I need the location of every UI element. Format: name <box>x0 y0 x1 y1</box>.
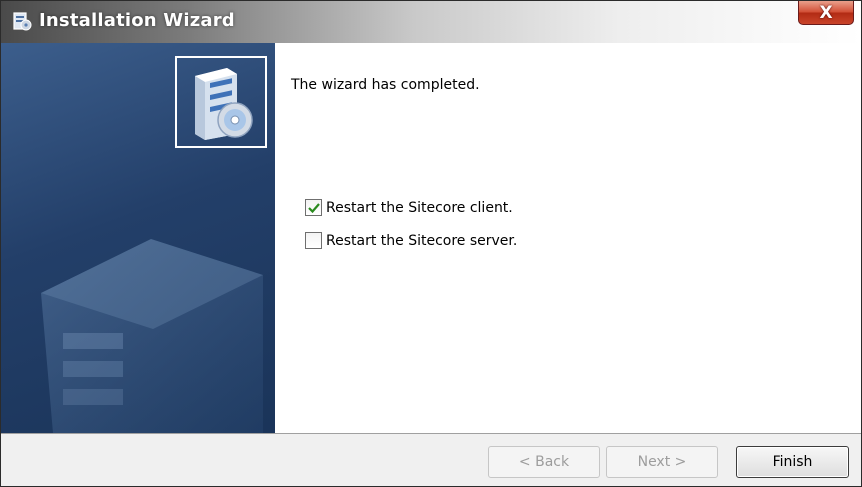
restart-server-option[interactable]: Restart the Sitecore server. <box>305 232 517 249</box>
restart-server-checkbox[interactable] <box>305 232 322 249</box>
window-title: Installation Wizard <box>39 10 235 31</box>
installation-wizard-window: Installation Wizard X The wizard has com… <box>0 0 862 487</box>
wizard-content: The wizard has completed. Restart the Si… <box>275 43 861 433</box>
next-button[interactable]: Next > <box>606 446 718 478</box>
finish-button[interactable]: Finish <box>736 446 849 478</box>
installer-icon <box>11 10 33 32</box>
wizard-footer: < Back Next > Finish <box>1 433 861 486</box>
close-button[interactable]: X <box>798 1 854 25</box>
wizard-side-panel <box>1 43 275 433</box>
checkmark-icon <box>308 203 320 214</box>
restart-server-label: Restart the Sitecore server. <box>326 232 518 249</box>
install-package-icon <box>175 56 267 148</box>
close-icon: X <box>819 2 833 23</box>
title-bar[interactable]: Installation Wizard X <box>1 1 861 43</box>
restart-client-label: Restart the Sitecore client. <box>326 199 513 216</box>
back-button[interactable]: < Back <box>488 446 600 478</box>
completion-message: The wizard has completed. <box>291 77 480 93</box>
restart-client-option[interactable]: Restart the Sitecore client. <box>305 199 513 216</box>
restart-client-checkbox[interactable] <box>305 199 322 216</box>
